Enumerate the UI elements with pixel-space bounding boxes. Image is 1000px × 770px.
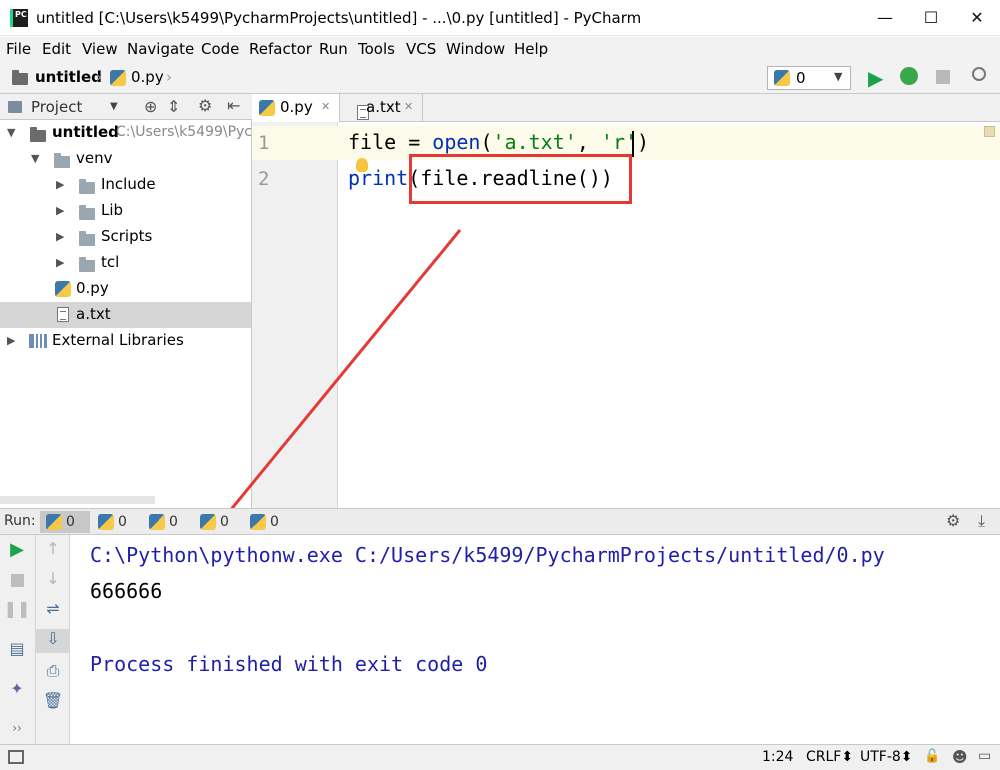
run-console[interactable]: C:\Python\pythonw.exe C:/Users/k5499/Pyc… bbox=[70, 535, 1000, 744]
caret-position[interactable]: 1:24 bbox=[762, 749, 793, 765]
run-tab[interactable]: 0 bbox=[40, 511, 90, 533]
status-bar: 1:24 CRLF⬍ UTF-8⬍ 🔓 ☻ ▭ bbox=[0, 744, 1000, 770]
console-output-line: 666666 bbox=[90, 579, 163, 603]
event-log-icon[interactable]: ▭ bbox=[978, 748, 991, 764]
hide-panel-icon[interactable]: ⤓ bbox=[978, 511, 985, 531]
arrow-down-icon[interactable]: ↓ bbox=[36, 569, 70, 593]
python-file-icon bbox=[200, 514, 216, 530]
print-icon[interactable]: ⎙ bbox=[36, 661, 70, 685]
pause-icon[interactable]: ❚❚ bbox=[0, 599, 34, 623]
python-file-icon bbox=[149, 514, 165, 530]
trash-icon[interactable]: 🗑 bbox=[36, 691, 70, 715]
inspector-icon[interactable]: ☻ bbox=[952, 748, 968, 766]
scroll-to-end-icon[interactable]: ⇩ bbox=[36, 629, 70, 653]
rerun-icon[interactable]: ▶ bbox=[0, 539, 34, 563]
pin-icon[interactable]: ✦ bbox=[0, 679, 34, 703]
run-label: Run: bbox=[4, 513, 36, 529]
run-tab-label: 0 bbox=[220, 514, 229, 530]
more-icon[interactable]: ›› bbox=[0, 721, 34, 745]
lock-icon[interactable]: 🔓 bbox=[924, 749, 940, 764]
arrow-up-icon[interactable]: ↑ bbox=[36, 539, 70, 563]
run-tab-label: 0 bbox=[169, 514, 178, 530]
soft-wrap-icon[interactable]: ⇌ bbox=[36, 599, 70, 623]
run-tab[interactable]: 0 bbox=[244, 511, 294, 533]
run-tab[interactable]: 0 bbox=[143, 511, 193, 533]
run-tab[interactable]: 0 bbox=[194, 511, 244, 533]
python-file-icon bbox=[250, 514, 266, 530]
python-file-icon bbox=[46, 514, 62, 530]
tool-window-toggle-icon[interactable] bbox=[8, 750, 24, 764]
gear-icon[interactable]: ⚙ bbox=[946, 511, 960, 530]
console-command-line: C:\Python\pythonw.exe C:/Users/k5499/Pyc… bbox=[90, 543, 885, 567]
line-separator[interactable]: CRLF⬍ bbox=[806, 749, 853, 765]
stop-icon[interactable] bbox=[0, 569, 34, 593]
run-tab-label: 0 bbox=[66, 514, 75, 530]
restore-layout-icon[interactable]: ▤ bbox=[0, 639, 34, 663]
python-file-icon bbox=[98, 514, 114, 530]
console-exit-line: Process finished with exit code 0 bbox=[90, 652, 488, 676]
file-encoding[interactable]: UTF-8⬍ bbox=[860, 749, 913, 765]
run-tab-label: 0 bbox=[270, 514, 279, 530]
run-tab[interactable]: 0 bbox=[92, 511, 142, 533]
run-toolbar-secondary: ↑ ↓ ⇌ ⇩ ⎙ 🗑 bbox=[36, 535, 70, 744]
run-panel-header: Run: 0 0 0 0 0 ⚙ ⤓ bbox=[0, 508, 1000, 535]
run-toolbar-primary: ▶ ❚❚ ▤ ✦ ›› bbox=[0, 535, 36, 744]
run-tab-label: 0 bbox=[118, 514, 127, 530]
